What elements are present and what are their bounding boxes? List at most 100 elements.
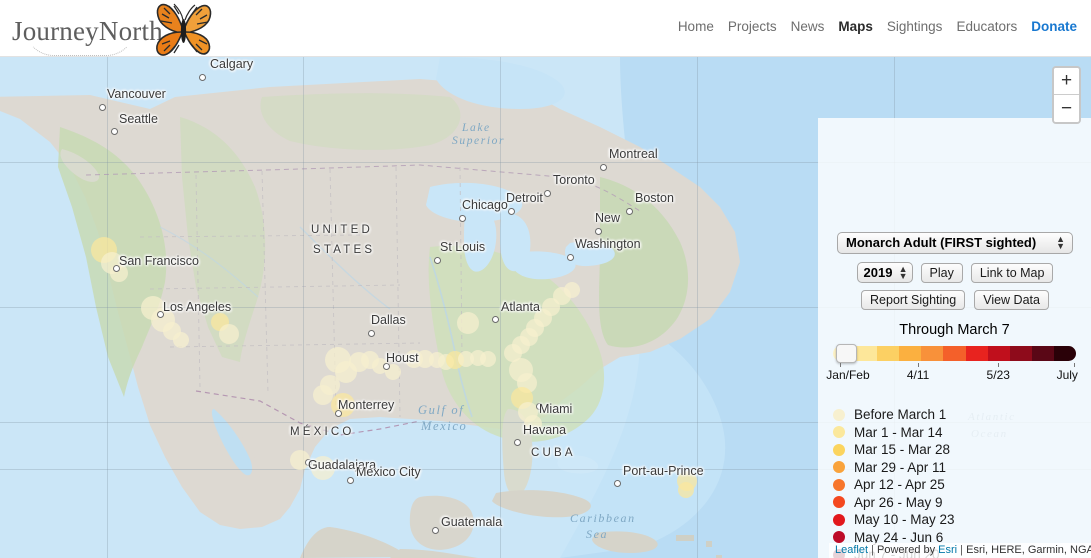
city-label: Monterrey [338,398,395,412]
nav-item-sightings[interactable]: Sightings [887,19,943,34]
legend-item[interactable]: Mar 15 - Mar 28 [833,441,1083,459]
zoom-control: + − [1052,66,1081,124]
city-dot-icon [626,208,633,215]
legend-item[interactable]: May 10 - May 23 [833,511,1083,529]
observation-marker[interactable] [457,312,479,334]
play-button[interactable]: Play [920,262,963,283]
nav-item-educators[interactable]: Educators [956,19,1017,34]
city-dot-icon [514,439,521,446]
site-logo[interactable]: JourneyNorth [10,3,220,56]
city-dot-icon [434,257,441,264]
city-label: Havana [523,423,567,437]
date-slider-tick-label: 4/11 [906,368,930,382]
zoom-in-button[interactable]: + [1054,68,1079,95]
city-dot-icon [459,215,466,222]
nav-item-maps[interactable]: Maps [838,19,873,34]
report-sighting-button[interactable]: Report Sighting [861,290,966,310]
city-dot-icon [347,477,354,484]
select-spinner-icon: ▲ ▼ [1056,234,1065,251]
site-header: JourneyNorth Home Projects News Maps Sig… [0,0,1091,57]
city-dot-icon [368,330,375,337]
date-slider-segment [1009,346,1032,361]
link-to-map-button[interactable]: Link to Map [970,262,1054,283]
city-dot-icon [492,316,499,323]
legend-color-swatch-icon [833,426,845,439]
attrib-sep-2: | [957,544,967,556]
dataset-select-value: Monarch Adult (FIRST sighted) [846,235,1037,250]
city-label: Houst [386,351,419,365]
zoom-out-button[interactable]: − [1054,95,1079,122]
date-slider-tick-label: July [1056,368,1078,382]
region-label: CUBA [531,447,576,459]
city-label: Montreal [609,147,658,161]
legend-item[interactable]: Mar 29 - Apr 11 [833,459,1083,477]
dataset-select[interactable]: Monarch Adult (FIRST sighted) ▲ ▼ [837,232,1073,254]
legend-item-label: Mar 15 - Mar 28 [854,442,951,458]
region-label: MÉXICO [290,426,355,438]
date-slider-tick [840,363,842,367]
city-label: Chicago [462,198,508,212]
city-label: Los Angeles [163,300,232,314]
observation-marker[interactable] [564,282,580,298]
nav-item-projects[interactable]: Projects [728,19,777,34]
city-dot-icon [432,527,439,534]
nav-item-news[interactable]: News [791,19,825,34]
date-slider-handle[interactable] [836,344,858,363]
observation-marker[interactable] [313,385,333,405]
attrib-powered-by: Powered by [877,544,936,556]
city-label: Port-au-Prince [623,464,704,478]
legend-color-swatch-icon [833,478,845,491]
date-slider[interactable]: Jan/Feb 4/11 5/23 July [826,344,1078,386]
date-slider-segment [855,346,878,361]
city-label: Toronto [553,173,595,187]
region-label: UNITED [311,224,374,236]
city-label: St Louis [440,240,486,254]
nav-item-donate[interactable]: Donate [1031,19,1077,34]
city-dot-icon [595,228,602,235]
year-select[interactable]: 2019 [856,262,913,283]
date-slider-segment [1053,346,1076,361]
monarch-butterfly-logo-icon [156,3,212,56]
city-label: Dallas [371,313,406,327]
observation-marker[interactable] [219,324,239,344]
date-slider-segment [877,346,900,361]
observation-marker[interactable] [678,482,694,498]
date-slider-tick [998,363,1000,367]
legend-item-label: Apr 26 - May 9 [854,494,943,510]
observation-marker[interactable] [480,351,496,367]
date-slider-segment [987,346,1010,361]
region-label: STATES [313,244,376,256]
leaflet-link[interactable]: Leaflet [835,544,868,556]
legend-item-label: Apr 12 - Apr 25 [854,477,945,493]
view-data-button[interactable]: View Data [974,290,1049,310]
legend-item[interactable]: Apr 12 - Apr 25 [833,476,1083,494]
date-slider-tick-label: 5/23 [986,368,1010,382]
legend-item[interactable]: Apr 26 - May 9 [833,494,1083,512]
nav-item-home[interactable]: Home [678,19,714,34]
city-label: Mexico City [356,465,421,479]
city-label: Seattle [119,112,158,126]
leaflet-map[interactable]: LakeSuperior Gulf of Mexico Caribbean Sea Atl… [0,57,1091,558]
city-label: Washington [575,237,641,251]
date-slider-track[interactable] [833,346,1076,361]
legend-item-label: Before March 1 [854,407,947,423]
legend-color-swatch-icon [833,408,845,421]
city-label: Miami [539,402,573,416]
city-dot-icon [544,190,551,197]
legend-item[interactable]: Before March 1 [833,406,1083,424]
legend-item-label: Mar 1 - Mar 14 [854,424,943,440]
brand-name: JourneyNorth [12,16,163,46]
map-attribution: Leaflet | Powered by Esri | Esri, HERE, … [829,543,1091,558]
panel-row-playback: 2019 ▲ ▼ Play Link to Map [837,262,1073,283]
observation-marker[interactable] [173,332,189,348]
legend-color-swatch-icon [833,461,845,474]
date-slider-segment [899,346,922,361]
city-dot-icon [99,104,106,111]
year-select-value: 2019 [863,265,893,280]
city-label: Boston [635,191,674,205]
legend-item[interactable]: Mar 1 - Mar 14 [833,424,1083,442]
legend-color-swatch-icon [833,496,845,509]
year-select-wrapper: 2019 ▲ ▼ [856,262,913,283]
city-label: San Francisco [119,254,199,268]
esri-link[interactable]: Esri [938,544,957,556]
